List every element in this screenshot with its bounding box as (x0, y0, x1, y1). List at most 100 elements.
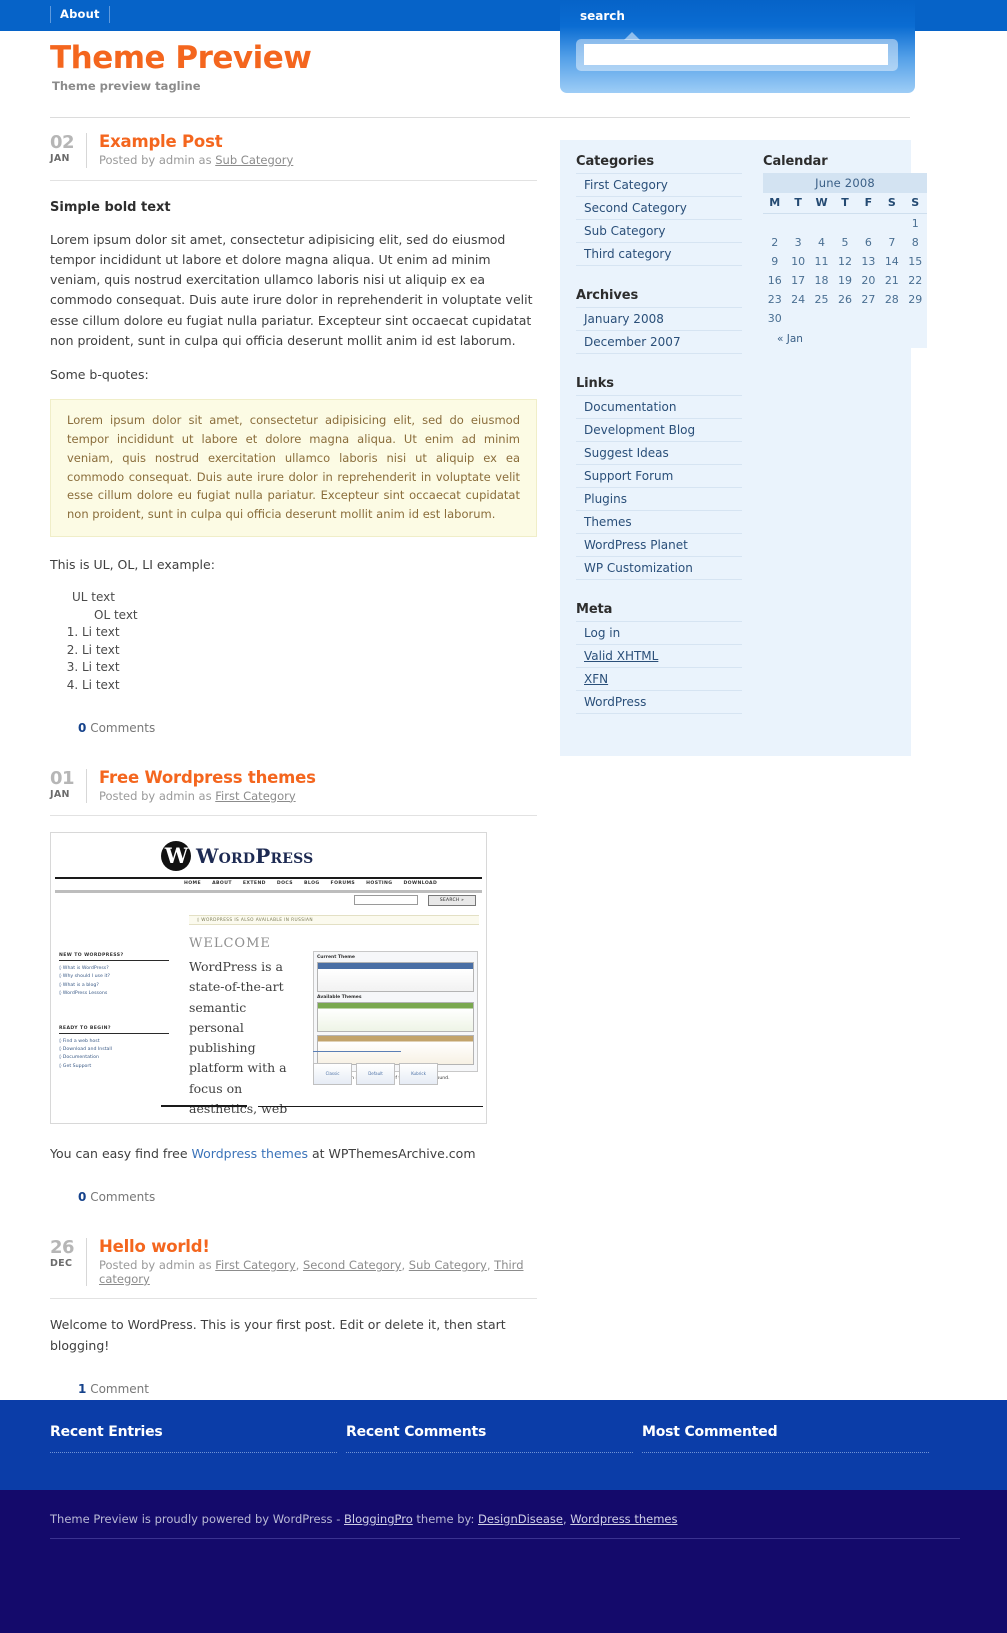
post-comments-link[interactable]: 0 Comments (78, 1190, 537, 1204)
list-item[interactable]: Third category (576, 243, 742, 266)
list-item[interactable]: First Category (576, 173, 742, 197)
post-header-divider (86, 133, 87, 168)
post-category-link[interactable]: First Category (215, 1258, 295, 1273)
unordered-list: UL text (58, 589, 537, 607)
list-item[interactable]: WordPress Planet (576, 534, 742, 557)
wordpress-themes-link[interactable]: Wordpress themes (192, 1146, 309, 1161)
sidebar-link-wp-customization[interactable]: WP Customization (584, 561, 693, 575)
post-spacer (50, 1204, 537, 1238)
post-date-day: 01 (50, 767, 75, 789)
screenshot-left-item: ◊ Download and Install (59, 1047, 113, 1053)
post-list-intro: This is UL, OL, LI example: (50, 556, 215, 572)
sidebar-link-wordpress-planet[interactable]: WordPress Planet (584, 538, 688, 552)
calendar-prev-month-cell[interactable]: « Jan (763, 328, 927, 348)
calendar-day: 26 (837, 293, 852, 306)
list-item[interactable]: Sub Category (576, 220, 742, 243)
post-category-link[interactable]: First Category (215, 789, 295, 803)
post-category-link[interactable]: Second Category (303, 1258, 402, 1273)
sidebar-link-development-blog[interactable]: Development Blog (584, 423, 695, 437)
comments-label[interactable]: Comments (90, 721, 155, 735)
widget-title-meta: Meta (576, 602, 613, 617)
post-date-month: JAN (50, 788, 70, 800)
sidebar-link-first-category[interactable]: First Category (584, 178, 668, 192)
main-content-column: 02 JAN Example Post Posted by admin as S… (50, 132, 537, 1396)
screenshot-left-item: ◊ What is WordPress? (59, 966, 109, 972)
comments-label[interactable]: Comment (90, 1382, 149, 1396)
list-item[interactable]: Suggest Ideas (576, 442, 742, 465)
footer-link-bloggingpro[interactable]: BloggingPro (344, 1512, 413, 1526)
list-item[interactable]: Support Forum (576, 465, 742, 488)
list-item[interactable]: Development Blog (576, 419, 742, 442)
screenshot-left-block-2: READY TO BEGIN? ◊ Find a web host ◊ Down… (59, 1026, 169, 1071)
post-date-month: DEC (50, 1258, 73, 1270)
list-item[interactable]: WP Customization (576, 557, 742, 580)
sidebar-link-wordpress[interactable]: WordPress (584, 695, 646, 709)
comments-label[interactable]: Comments (90, 1190, 155, 1204)
sidebar-link-support-forum[interactable]: Support Forum (584, 469, 673, 483)
calendar-day (786, 214, 809, 234)
footer-link-designdisease[interactable]: DesignDisease (478, 1512, 563, 1526)
sidebar-link-valid-xhtml[interactable]: Valid XHTML (584, 649, 658, 663)
calendar-weekday: T (786, 193, 810, 214)
calendar-day (880, 309, 903, 328)
post-body-paragraph: You can easy find free Wordpress themes … (50, 1144, 537, 1164)
calendar-week-row: 23 24 25 26 27 28 29 (763, 290, 927, 309)
screenshot-panel-title-2: Available Themes (317, 995, 362, 1001)
page-title: Theme Preview (50, 40, 312, 76)
post-comments-link[interactable]: 0 Comments (78, 721, 537, 735)
nav-item-about[interactable]: About (50, 6, 110, 23)
sidebar-link-suggest-ideas[interactable]: Suggest Ideas (584, 446, 669, 460)
site-title-link[interactable]: Theme Preview (50, 40, 312, 76)
calendar-weekday: M (763, 193, 787, 214)
sidebar-link-december-2007[interactable]: December 2007 (584, 335, 681, 349)
list-item[interactable]: December 2007 (576, 331, 742, 354)
list-item[interactable]: Plugins (576, 488, 742, 511)
sidebar-link-sub-category[interactable]: Sub Category (584, 224, 665, 238)
list-item[interactable]: Themes (576, 511, 742, 534)
sidebar-link-log-in[interactable]: Log in (584, 626, 620, 640)
calendar-day (763, 214, 786, 234)
post-paragraph-1: Lorem ipsum dolor sit amet, consectetur … (50, 231, 533, 348)
post-title-link[interactable]: Hello world! (99, 1237, 210, 1256)
post-category-link[interactable]: Sub Category (409, 1258, 487, 1273)
list-item[interactable]: January 2008 (576, 307, 742, 331)
sidebar-link-documentation[interactable]: Documentation (584, 400, 677, 414)
post-title-link[interactable]: Example Post (99, 132, 223, 151)
screenshot-nav-item: EXTEND (242, 881, 266, 887)
list-item[interactable]: Documentation (576, 395, 742, 419)
search-input[interactable] (584, 44, 888, 65)
screenshot-panel-title: Current Theme (317, 955, 355, 961)
list-item[interactable]: Second Category (576, 197, 742, 220)
post-comments-link[interactable]: 1 Comment (78, 1382, 537, 1396)
footer-link-wordpress-themes[interactable]: Wordpress themes (570, 1512, 677, 1526)
calendar-table: June 2008 M T W T F S S 1 2 3 4 5 6 7 8 … (763, 173, 927, 348)
post-category-link[interactable]: Sub Category (215, 153, 293, 167)
calendar-day: 22 (908, 274, 923, 287)
sidebar-link-second-category[interactable]: Second Category (584, 201, 687, 215)
post-title: Example Post (99, 132, 537, 152)
screenshot-left-item: ◊ WordPress Lessons (59, 990, 108, 996)
screenshot-rule-top (55, 877, 482, 880)
list-item[interactable]: Log in (576, 621, 742, 645)
sidebar-link-themes[interactable]: Themes (584, 515, 632, 529)
footer-widget-title: Recent Comments (346, 1424, 487, 1440)
screenshot-bottom-rule-right (258, 1106, 483, 1108)
sidebar-link-xfn[interactable]: XFN (584, 672, 608, 686)
sidebar-link-plugins[interactable]: Plugins (584, 492, 627, 506)
post-title-link[interactable]: Free Wordpress themes (99, 768, 316, 787)
calendar-day: 6 (864, 236, 872, 249)
post-hello-world: 26 DEC Hello world! Posted by admin as F… (50, 1237, 537, 1396)
sidebar-link-january-2008[interactable]: January 2008 (584, 312, 664, 326)
screenshot-welcome-heading: WELCOME (189, 936, 271, 952)
calendar-day: 18 (814, 274, 829, 287)
post-header: 01 JAN Free Wordpress themes Posted by a… (50, 767, 537, 810)
sidebar-link-third-category[interactable]: Third category (584, 247, 671, 261)
list-item[interactable]: XFN (576, 668, 742, 691)
calendar-prev-month-link[interactable]: « Jan (777, 333, 803, 345)
site-tagline: Theme preview tagline (52, 78, 201, 93)
list-item[interactable]: Valid XHTML (576, 645, 742, 668)
list-item[interactable]: WordPress (576, 691, 742, 714)
footer-widget-area: Recent Entries Recent Comments Most Comm… (0, 1400, 1007, 1490)
screenshot-logo-box: Classic (313, 1063, 352, 1086)
screenshot-nav-item: ABOUT (212, 881, 232, 887)
